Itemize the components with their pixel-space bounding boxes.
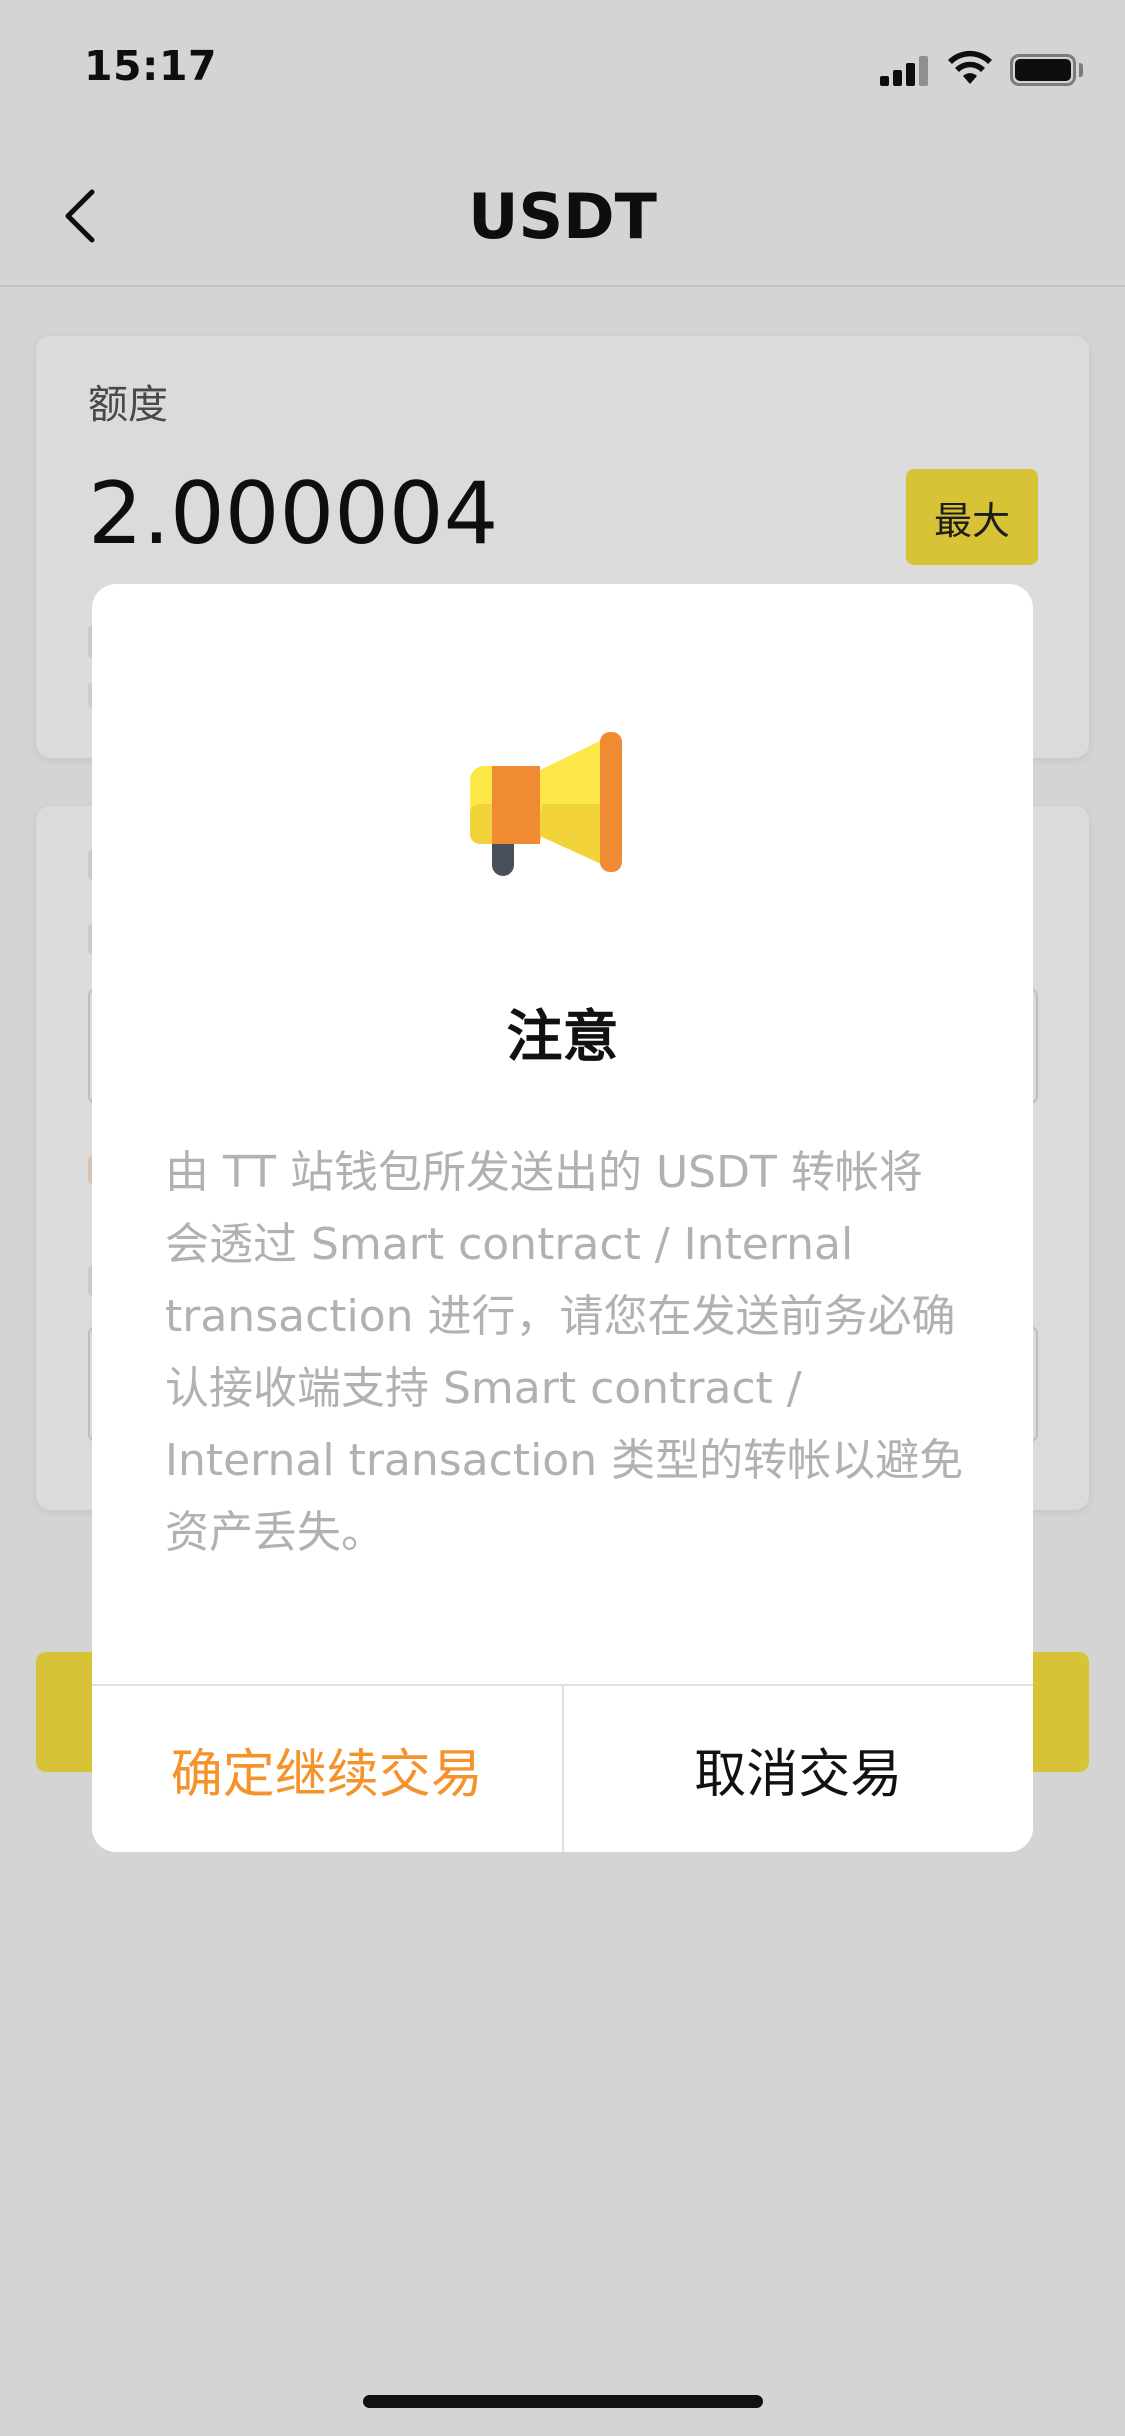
megaphone-icon bbox=[470, 732, 622, 876]
dialog-title: 注意 bbox=[506, 1005, 619, 1070]
cancel-transaction-button[interactable]: 取消交易 bbox=[564, 1686, 1034, 1852]
dialog-message: 由 TT 站钱包所发送出的 USDT 转帐将会透过 Smart contract… bbox=[165, 1147, 964, 1558]
notice-dialog: 注意 由 TT 站钱包所发送出的 USDT 转帐将会透过 Smart contr… bbox=[92, 584, 1033, 1852]
confirm-continue-button[interactable]: 确定继续交易 bbox=[92, 1686, 564, 1852]
home-indicator bbox=[363, 2395, 763, 2408]
dialog-actions: 确定继续交易 取消交易 bbox=[92, 1684, 1033, 1852]
